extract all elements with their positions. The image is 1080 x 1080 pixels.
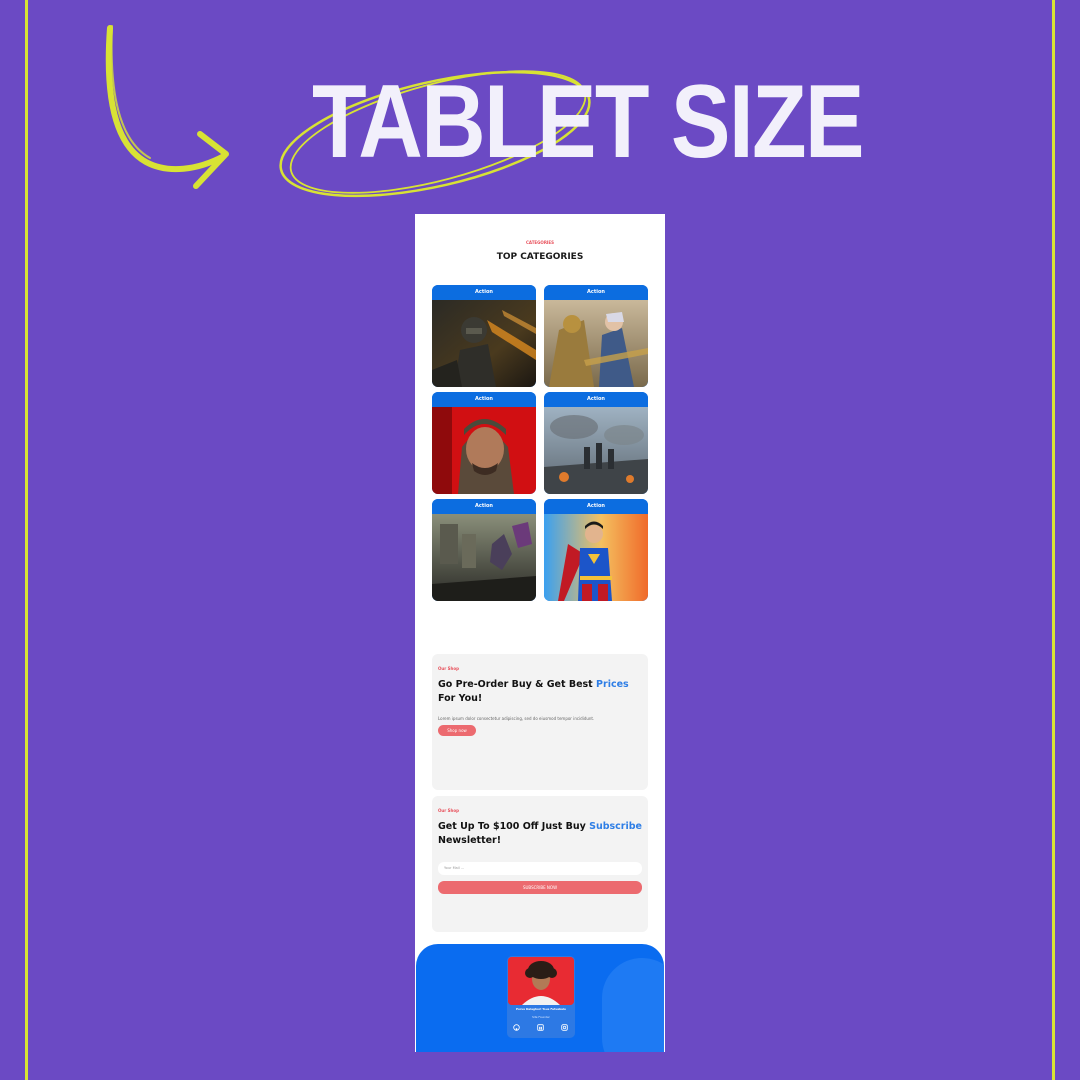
categories-eyebrow: CATEGORIES [525,240,555,245]
category-card[interactable]: Action [432,392,536,494]
linkedin-icon[interactable] [537,1024,544,1031]
profile-role: Site Founder [532,1015,550,1019]
preorder-promo: Our Shop Go Pre-Order Buy & Get Best Pri… [432,654,648,790]
page-headline: TABLET SIZE [312,64,865,180]
category-tag: Action [432,285,536,300]
category-image [432,407,536,494]
right-accent-line [1052,0,1055,1080]
newsletter-promo: Our Shop Get Up To $100 Off Just Buy Sub… [432,796,648,932]
avatar [508,957,574,1005]
category-card[interactable]: Action [432,499,536,601]
tablet-preview: CATEGORIES TOP CATEGORIES Action Action [415,214,665,1052]
profile-name: Porus Dalaghori Tous Futusbulo [516,1007,566,1011]
promo-description: Lorem ipsum dolor consectetur adipiscing… [438,716,595,721]
category-card[interactable]: Action [432,285,536,387]
category-tag: Action [544,392,648,407]
email-field[interactable]: Your Mail ... [438,862,642,875]
category-image [432,300,536,387]
promo-kicker: Our Shop [438,666,459,671]
left-accent-line [25,0,28,1080]
footer: Porus Dalaghori Tous Futusbulo Site Foun… [416,944,664,1052]
category-image [544,300,648,387]
promo-title: Go Pre-Order Buy & Get Best Prices For Y… [438,679,629,704]
category-tag: Action [544,285,648,300]
category-image [432,514,536,601]
category-tag: Action [432,499,536,514]
shop-now-button[interactable]: Shop now [438,725,476,736]
category-card[interactable]: Action [544,499,648,601]
instagram-icon[interactable] [561,1024,568,1031]
category-image [544,514,648,601]
promo-title: Get Up To $100 Off Just Buy Subscribe Ne… [438,821,642,846]
footer-decoration [602,958,664,1052]
category-tag: Action [544,499,648,514]
categories-title: TOP CATEGORIES [496,252,584,262]
curved-arrow-icon [105,25,229,189]
promo-kicker: Our Shop [438,808,459,813]
profile-card: Porus Dalaghori Tous Futusbulo Site Foun… [507,956,575,1038]
subscribe-button[interactable]: SUBSCRIBE NOW [438,881,642,894]
category-card[interactable]: Action [544,392,648,494]
category-image [544,407,648,494]
category-tag: Action [432,392,536,407]
github-icon[interactable] [513,1024,520,1031]
category-card[interactable]: Action [544,285,648,387]
